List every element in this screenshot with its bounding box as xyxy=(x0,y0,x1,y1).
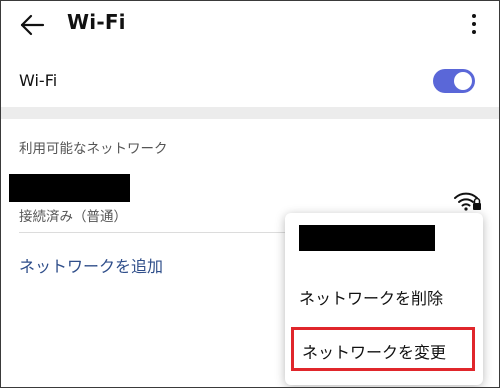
network-context-menu: ネットワークを削除 ネットワークを変更 xyxy=(285,213,483,385)
connected-network-status: 接続済み（普通） xyxy=(19,209,127,225)
wifi-toggle-row[interactable]: Wi-Fi xyxy=(1,49,499,109)
context-menu-network-name-redacted xyxy=(299,225,435,251)
section-divider-band xyxy=(1,107,499,119)
wifi-toggle-switch[interactable] xyxy=(433,69,475,93)
list-divider xyxy=(19,232,289,233)
wifi-settings-screen: Wi-Fi Wi-Fi 利用可能なネットワーク 接続済み（普通） ネットワークを… xyxy=(0,0,500,388)
change-network-menu-item[interactable]: ネットワークを変更 xyxy=(302,339,446,363)
delete-network-menu-item[interactable]: ネットワークを削除 xyxy=(299,285,443,309)
change-network-highlight: ネットワークを変更 xyxy=(291,327,475,371)
available-networks-header: 利用可能なネットワーク xyxy=(19,141,168,157)
page-title: Wi-Fi xyxy=(67,10,126,34)
toggle-knob xyxy=(454,72,472,90)
connected-network-name-redacted xyxy=(9,174,130,202)
more-vert-icon[interactable] xyxy=(469,11,479,41)
wifi-signal-icon xyxy=(453,189,483,213)
app-bar: Wi-Fi xyxy=(1,1,499,49)
wifi-toggle-label: Wi-Fi xyxy=(19,71,58,90)
back-arrow-icon[interactable] xyxy=(19,12,45,38)
add-network-link[interactable]: ネットワークを追加 xyxy=(19,253,163,277)
